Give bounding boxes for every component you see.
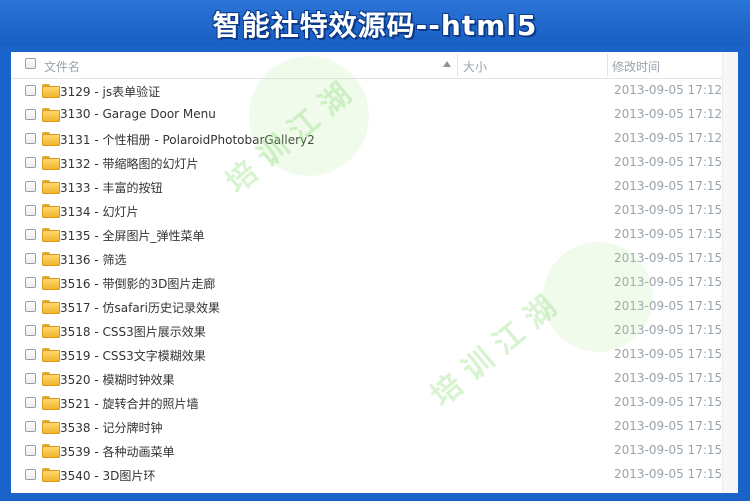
- file-modified-time: 2013-09-05 17:15: [614, 443, 723, 457]
- file-list-panel: 文件名 大小 修改时间 3129 - js表单验证 2013-09-05 17:1…: [11, 52, 738, 493]
- file-name[interactable]: 3519 - CSS3文字模糊效果: [60, 347, 206, 364]
- folder-icon: [42, 444, 60, 458]
- folder-icon: [42, 228, 60, 242]
- file-name[interactable]: 3540 - 3D图片环: [60, 467, 155, 484]
- file-modified-time: 2013-09-05 17:12: [614, 107, 723, 121]
- row-checkbox[interactable]: [25, 253, 36, 264]
- file-modified-time: 2013-09-05 17:15: [614, 299, 723, 313]
- column-header-modified[interactable]: 修改时间: [612, 58, 660, 75]
- file-row[interactable]: 3516 - 带倒影的3D图片走廊 2013-09-05 17:15: [11, 271, 722, 295]
- row-checkbox[interactable]: [25, 469, 36, 480]
- file-row[interactable]: 3132 - 带缩略图的幻灯片 2013-09-05 17:15: [11, 151, 722, 175]
- column-header-name[interactable]: 文件名: [44, 58, 80, 75]
- folder-icon: [42, 348, 60, 362]
- row-checkbox[interactable]: [25, 85, 36, 96]
- folder-icon: [42, 396, 60, 410]
- file-name[interactable]: 3518 - CSS3图片展示效果: [60, 323, 206, 340]
- folder-icon: [42, 84, 60, 98]
- column-divider[interactable]: [607, 54, 608, 76]
- row-checkbox[interactable]: [25, 133, 36, 144]
- folder-icon: [42, 204, 60, 218]
- file-row[interactable]: 3130 - Garage Door Menu 2013-09-05 17:12: [11, 103, 722, 127]
- folder-icon: [42, 300, 60, 314]
- file-modified-time: 2013-09-05 17:15: [614, 419, 723, 433]
- file-modified-time: 2013-09-05 17:15: [614, 179, 723, 193]
- file-name[interactable]: 3136 - 筛选: [60, 251, 127, 268]
- column-header: 文件名 大小 修改时间: [11, 52, 738, 79]
- row-checkbox[interactable]: [25, 445, 36, 456]
- row-checkbox[interactable]: [25, 421, 36, 432]
- column-header-size[interactable]: 大小: [463, 58, 487, 75]
- file-list: 3129 - js表单验证 2013-09-05 17:12 3130 - Gara…: [11, 79, 722, 487]
- file-row[interactable]: 3518 - CSS3图片展示效果 2013-09-05 17:15: [11, 319, 722, 343]
- row-checkbox[interactable]: [25, 325, 36, 336]
- file-name[interactable]: 3129 - js表单验证: [60, 83, 160, 100]
- file-row[interactable]: 3133 - 丰富的按钮 2013-09-05 17:15: [11, 175, 722, 199]
- folder-icon: [42, 108, 60, 122]
- file-modified-time: 2013-09-05 17:15: [614, 251, 723, 265]
- folder-icon: [42, 324, 60, 338]
- banner-title: 智能社特效源码--html5: [212, 9, 538, 42]
- file-name[interactable]: 3132 - 带缩略图的幻灯片: [60, 155, 199, 172]
- file-modified-time: 2013-09-05 17:12: [614, 131, 723, 145]
- row-checkbox[interactable]: [25, 181, 36, 192]
- file-row[interactable]: 3135 - 全屏图片_弹性菜单 2013-09-05 17:15: [11, 223, 722, 247]
- file-modified-time: 2013-09-05 17:15: [614, 275, 723, 289]
- scrollbar-track[interactable]: [722, 52, 738, 493]
- file-modified-time: 2013-09-05 17:15: [614, 395, 723, 409]
- folder-icon: [42, 276, 60, 290]
- file-name[interactable]: 3517 - 仿safari历史记录效果: [60, 299, 220, 316]
- row-checkbox[interactable]: [25, 205, 36, 216]
- row-checkbox[interactable]: [25, 397, 36, 408]
- file-row[interactable]: 3519 - CSS3文字模糊效果 2013-09-05 17:15: [11, 343, 722, 367]
- row-checkbox[interactable]: [25, 349, 36, 360]
- file-name[interactable]: 3130 - Garage Door Menu: [60, 107, 216, 121]
- folder-icon: [42, 132, 60, 146]
- folder-icon: [42, 420, 60, 434]
- file-row[interactable]: 3131 - 个性相册 - PolaroidPhotobarGallery2 20…: [11, 127, 722, 151]
- file-row[interactable]: 3136 - 筛选 2013-09-05 17:15: [11, 247, 722, 271]
- file-name[interactable]: 3539 - 各种动画菜单: [60, 443, 175, 460]
- sort-ascending-icon[interactable]: [443, 61, 451, 67]
- file-name[interactable]: 3516 - 带倒影的3D图片走廊: [60, 275, 215, 292]
- select-all-checkbox[interactable]: [25, 58, 36, 69]
- row-checkbox[interactable]: [25, 157, 36, 168]
- file-name[interactable]: 3538 - 记分牌时钟: [60, 419, 163, 436]
- file-row[interactable]: 3129 - js表单验证 2013-09-05 17:12: [11, 79, 722, 103]
- file-row[interactable]: 3517 - 仿safari历史记录效果 2013-09-05 17:15: [11, 295, 722, 319]
- file-row[interactable]: 3539 - 各种动画菜单 2013-09-05 17:15: [11, 439, 722, 463]
- file-name[interactable]: 3131 - 个性相册 - PolaroidPhotobarGallery2: [60, 131, 315, 148]
- file-modified-time: 2013-09-05 17:15: [614, 155, 723, 169]
- row-checkbox[interactable]: [25, 301, 36, 312]
- file-row[interactable]: 3520 - 模糊时钟效果 2013-09-05 17:15: [11, 367, 722, 391]
- file-row[interactable]: 3538 - 记分牌时钟 2013-09-05 17:15: [11, 415, 722, 439]
- folder-icon: [42, 468, 60, 482]
- folder-icon: [42, 180, 60, 194]
- file-modified-time: 2013-09-05 17:12: [614, 83, 723, 97]
- file-modified-time: 2013-09-05 17:15: [614, 323, 723, 337]
- folder-icon: [42, 252, 60, 266]
- file-name[interactable]: 3521 - 旋转合并的照片墙: [60, 395, 199, 412]
- file-row[interactable]: 3540 - 3D图片环 2013-09-05 17:15: [11, 463, 722, 487]
- file-row[interactable]: 3521 - 旋转合并的照片墙 2013-09-05 17:15: [11, 391, 722, 415]
- file-modified-time: 2013-09-05 17:15: [614, 227, 723, 241]
- file-name[interactable]: 3135 - 全屏图片_弹性菜单: [60, 227, 205, 244]
- file-row[interactable]: 3134 - 幻灯片 2013-09-05 17:15: [11, 199, 722, 223]
- file-modified-time: 2013-09-05 17:15: [614, 467, 723, 481]
- row-checkbox[interactable]: [25, 373, 36, 384]
- file-modified-time: 2013-09-05 17:15: [614, 203, 723, 217]
- file-name[interactable]: 3520 - 模糊时钟效果: [60, 371, 175, 388]
- row-checkbox[interactable]: [25, 277, 36, 288]
- file-modified-time: 2013-09-05 17:15: [614, 371, 723, 385]
- folder-icon: [42, 156, 60, 170]
- folder-icon: [42, 372, 60, 386]
- file-name[interactable]: 3134 - 幻灯片: [60, 203, 139, 220]
- file-name[interactable]: 3133 - 丰富的按钮: [60, 179, 163, 196]
- title-banner: 智能社特效源码--html5: [0, 0, 750, 46]
- row-checkbox[interactable]: [25, 229, 36, 240]
- row-checkbox[interactable]: [25, 109, 36, 120]
- column-divider[interactable]: [457, 54, 458, 76]
- file-modified-time: 2013-09-05 17:15: [614, 347, 723, 361]
